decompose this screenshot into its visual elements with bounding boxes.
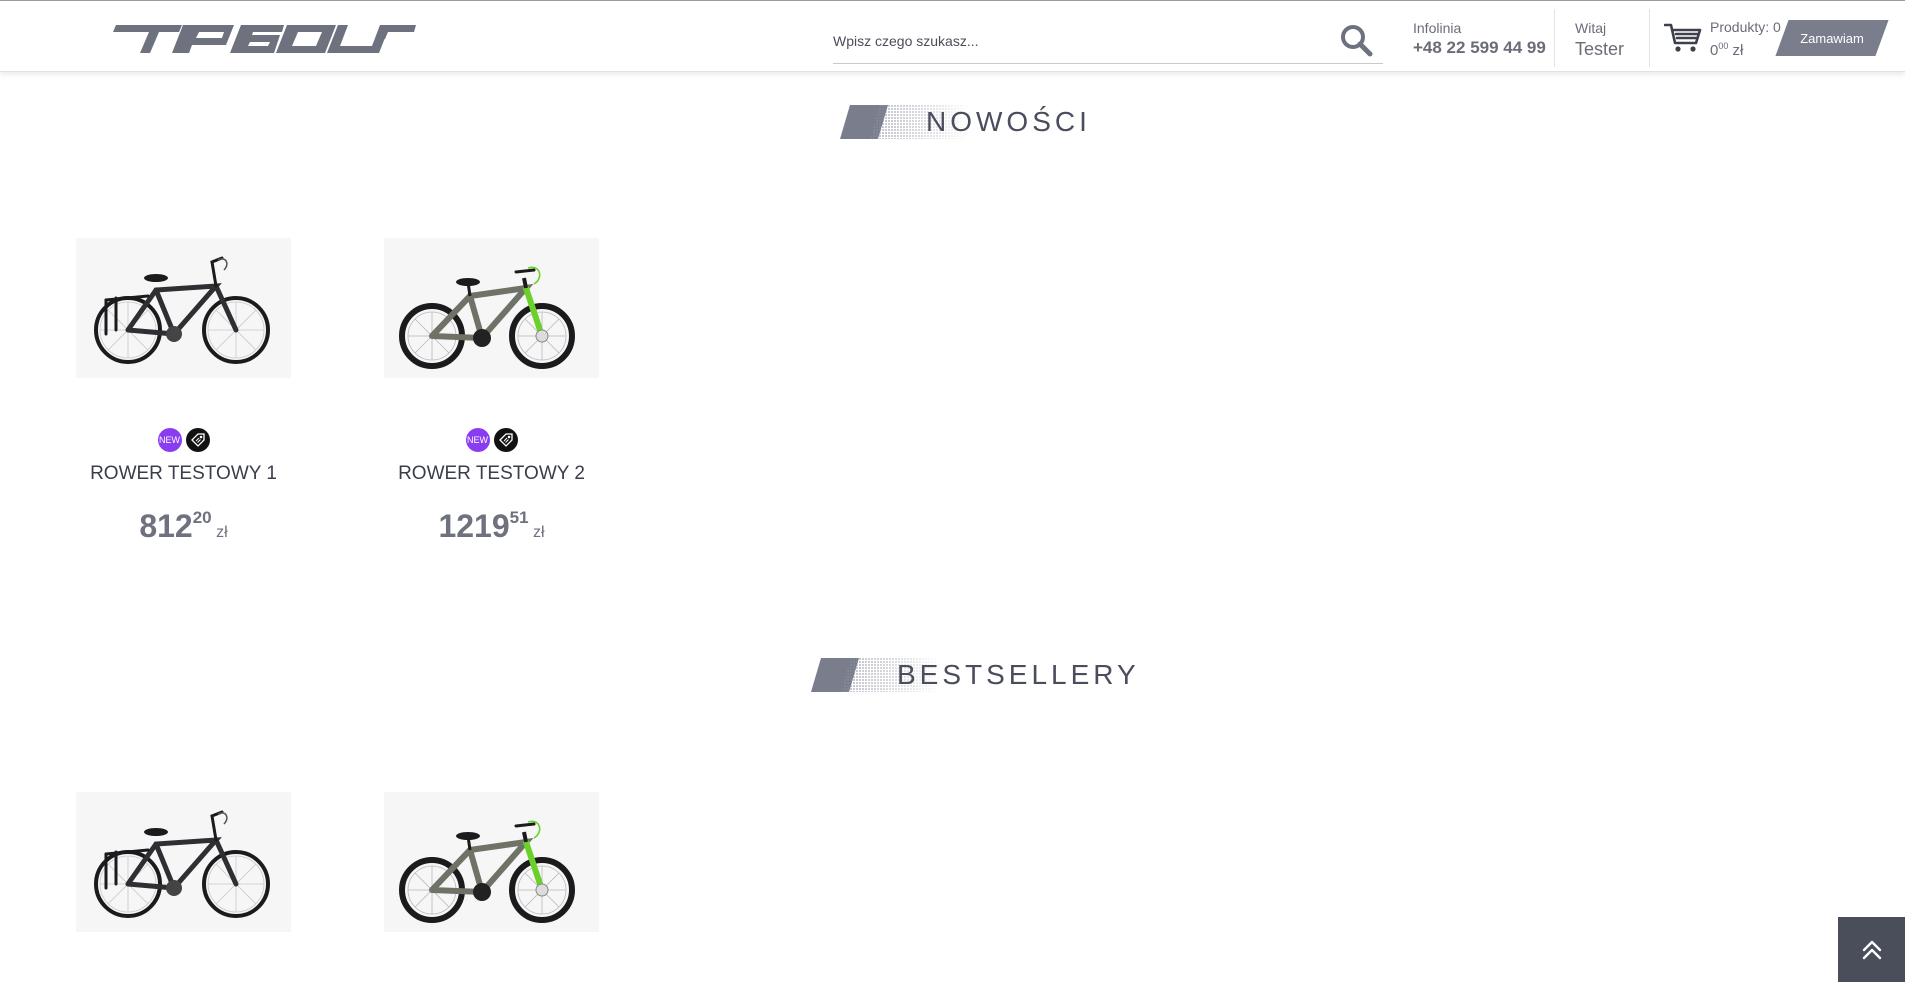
search-input[interactable]: [833, 25, 1323, 57]
order-button[interactable]: Zamawiam: [1782, 20, 1882, 56]
scroll-to-top-button[interactable]: [1838, 917, 1905, 982]
user-name[interactable]: Tester: [1575, 37, 1624, 61]
product-name[interactable]: ROWER TESTOWY 1: [76, 463, 291, 485]
top-header: Infolinia +48 22 599 44 99 Witaj Tester …: [0, 0, 1905, 72]
product-image[interactable]: [76, 238, 291, 378]
product-badges: NEW: [76, 428, 291, 452]
cart-total: 000 zł: [1710, 41, 1744, 59]
new-badge: NEW: [465, 428, 490, 452]
product-price: 121951 zł: [438, 508, 545, 544]
divider: [1554, 9, 1555, 67]
product-image[interactable]: [384, 792, 599, 932]
hotline: Infolinia +48 22 599 44 99: [1413, 19, 1546, 59]
search-icon[interactable]: [1339, 23, 1373, 57]
new-badge: NEW: [157, 428, 182, 452]
hotline-label: Infolinia: [1413, 20, 1462, 36]
section-title-text: NOWOŚCI: [926, 106, 1091, 137]
section-title-text: BESTSELLERY: [897, 659, 1140, 690]
search-bar: [833, 21, 1383, 64]
product-badges: NEW: [384, 428, 599, 452]
product-image[interactable]: [384, 238, 599, 378]
product-name[interactable]: ROWER TESTOWY 2: [384, 463, 599, 485]
cart-summary[interactable]: Produkty: 0 000 zł: [1710, 18, 1781, 61]
user-greeting: Witaj: [1575, 20, 1607, 36]
product-price: 81220 zł: [139, 508, 228, 544]
tabou-logo[interactable]: [112, 25, 416, 53]
section-title-bestsellers: BESTSELLERY: [811, 656, 1136, 694]
sort-arrows-icon: [1007, 960, 1016, 973]
order-button-label: Zamawiam: [1800, 30, 1864, 46]
hotline-phone[interactable]: +48 22 599 44 99: [1413, 37, 1546, 59]
section-title-new: NOWOŚCI: [840, 103, 1087, 141]
double-chevron-up-icon: [1862, 940, 1881, 959]
user-account[interactable]: Witaj Tester: [1575, 19, 1624, 61]
cart-count: Produkty: 0: [1710, 19, 1781, 35]
divider: [1649, 9, 1650, 67]
expand-footer-label: ROZWIŃ STOPKĘ: [890, 959, 1000, 974]
product-image[interactable]: [76, 792, 291, 932]
expand-footer-button[interactable]: ROZWIŃ STOPKĘ: [878, 951, 1028, 982]
cart-icon[interactable]: [1664, 23, 1702, 53]
tag-icon: [493, 428, 518, 452]
tag-icon: [185, 428, 210, 452]
